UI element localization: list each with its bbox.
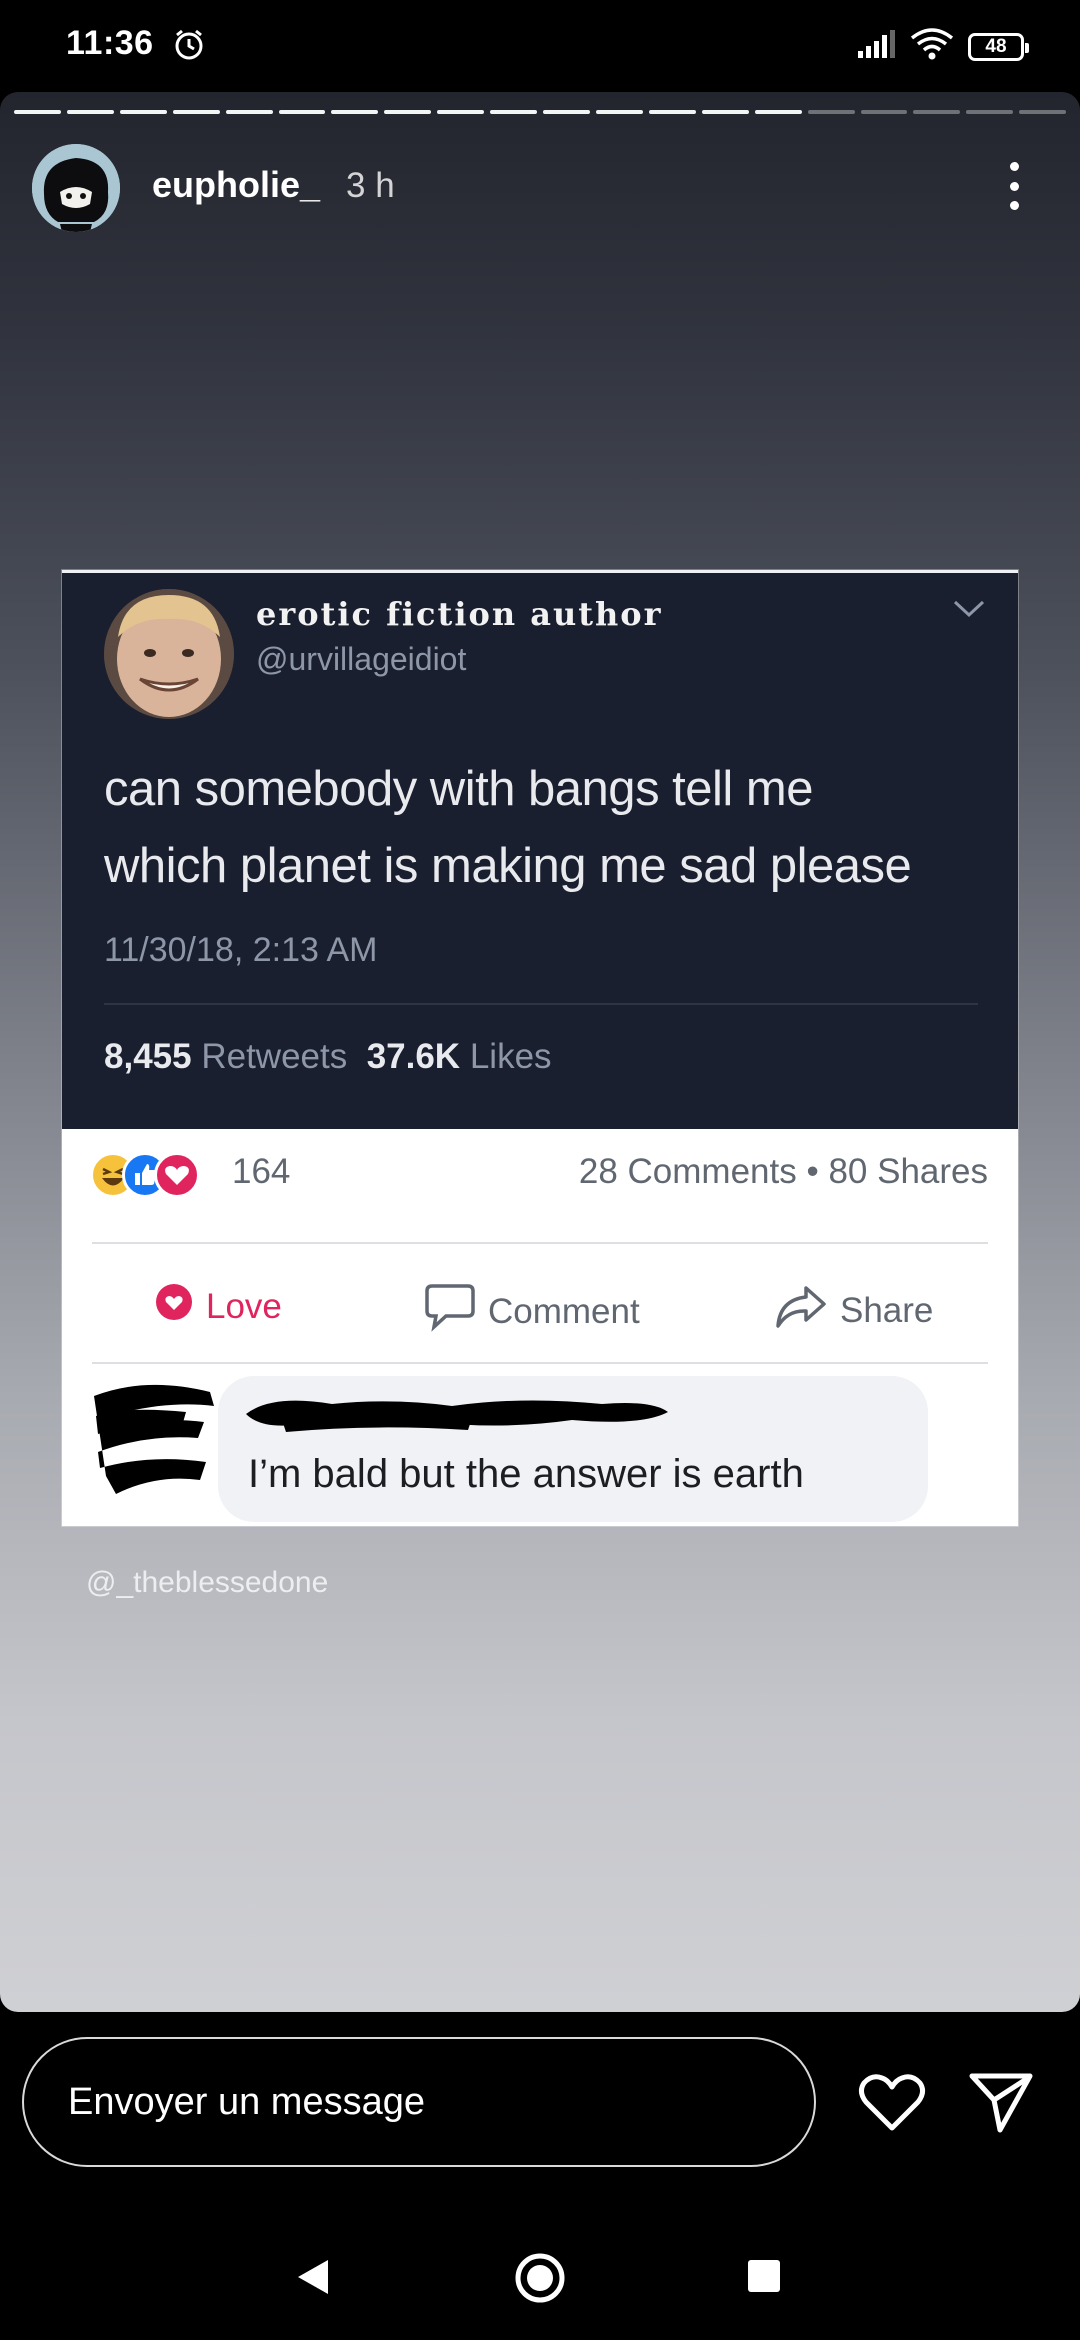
love-icon — [154, 1282, 194, 1331]
divider — [92, 1242, 988, 1244]
story-progress-segment — [754, 110, 802, 114]
alarm-icon — [172, 28, 206, 67]
share-label: Share — [840, 1290, 934, 1330]
redacted-commenter-avatar — [86, 1376, 226, 1516]
story-progress-segment — [331, 110, 379, 114]
story-progress-segment — [225, 110, 273, 114]
home-icon[interactable] — [514, 2252, 566, 2309]
story-progress-segment — [384, 110, 432, 114]
send-message-input[interactable]: Envoyer un message — [22, 2037, 816, 2167]
comment-icon — [424, 1282, 476, 1341]
story-progress-segment — [913, 110, 961, 114]
send-icon[interactable] — [968, 2070, 1034, 2139]
story-progress-segment — [543, 110, 590, 114]
tweet-screenshot: erotic fiction author @urvillageidiot ca… — [62, 570, 1018, 1129]
story-progress-segment — [172, 110, 220, 114]
tweet-author-avatar — [104, 589, 234, 719]
like-count: 37.6K — [366, 1037, 461, 1076]
reply-bar: Envoyer un message — [0, 2012, 1080, 2212]
system-nav-bar — [0, 2212, 1080, 2340]
love-button: Love — [154, 1282, 282, 1331]
redacted-commenter-name — [242, 1390, 672, 1441]
tweet-text-line: can somebody with bangs tell me — [104, 762, 814, 816]
divider — [104, 1003, 978, 1005]
love-reaction-icon — [154, 1152, 200, 1198]
story-progress-segment — [966, 110, 1014, 114]
divider — [92, 1362, 988, 1364]
message-placeholder: Envoyer un message — [68, 2081, 425, 2123]
reaction-count: 164 — [232, 1152, 291, 1191]
story-progress-segment — [860, 110, 908, 114]
chevron-down-icon — [952, 599, 986, 624]
story-time-ago: 3 h — [346, 166, 395, 205]
story-progress-segment — [278, 110, 326, 114]
shared-post-image: erotic fiction author @urvillageidiot ca… — [62, 570, 1018, 1526]
status-time: 11:36 — [66, 24, 154, 62]
comment-bubble: I’m bald but the answer is earth — [218, 1376, 928, 1522]
tweet-text-line: which planet is making me sad please — [104, 839, 912, 893]
tweet-stats: 8,455 Retweets 37.6K Likes — [104, 1037, 552, 1077]
comment-text: I’m bald but the answer is earth — [248, 1452, 804, 1496]
image-credit: @_theblessedone — [86, 1566, 329, 1599]
love-label: Love — [206, 1286, 282, 1326]
comment-label: Comment — [488, 1291, 640, 1331]
story-progress-segment — [1019, 110, 1067, 114]
like-label: Likes — [469, 1037, 552, 1076]
share-button: Share — [774, 1282, 933, 1339]
tweet-display-name: erotic fiction author — [256, 595, 663, 633]
more-options-icon[interactable] — [1000, 158, 1028, 214]
retweet-label: Retweets — [201, 1037, 348, 1076]
signal-icon — [856, 29, 896, 64]
story-progress-segment — [490, 110, 538, 114]
story-viewer[interactable]: eupholie_ 3 h erotic fiction author @urv… — [0, 92, 1080, 2012]
tweet-text: can somebody with bangs tell me which pl… — [104, 751, 1004, 905]
story-progress-segment — [595, 110, 643, 114]
story-progress-segment — [14, 110, 61, 114]
heart-icon[interactable] — [858, 2072, 926, 2139]
battery-icon: 48 — [968, 32, 1029, 61]
status-bar: 11:36 48 — [0, 0, 1080, 92]
fb-action-bar: Love Comment Share — [62, 1260, 1018, 1360]
story-progress-segment — [807, 110, 855, 114]
comment-button: Comment — [424, 1282, 640, 1341]
recents-icon[interactable] — [748, 2260, 780, 2292]
story-user-avatar[interactable] — [32, 144, 120, 232]
story-username[interactable]: eupholie_ — [152, 164, 320, 206]
fb-reactions-row: 164 28 Comments • 80 Shares — [62, 1138, 1018, 1206]
comments-shares-count: 28 Comments • 80 Shares — [578, 1152, 988, 1191]
tweet-handle: @urvillageidiot — [256, 641, 467, 677]
story-progress-segment — [648, 110, 696, 114]
story-progress-segment — [701, 110, 749, 114]
share-icon — [774, 1282, 828, 1339]
story-progress-segment — [66, 110, 114, 114]
tweet-date: 11/30/18, 2:13 AM — [104, 931, 378, 969]
wifi-icon — [910, 28, 954, 65]
back-icon[interactable] — [294, 2258, 330, 2301]
story-progress-bar — [14, 110, 1067, 115]
reaction-icons — [90, 1152, 200, 1198]
retweet-count: 8,455 — [104, 1037, 192, 1076]
story-progress-segment — [437, 110, 485, 114]
story-progress-segment — [119, 110, 167, 114]
